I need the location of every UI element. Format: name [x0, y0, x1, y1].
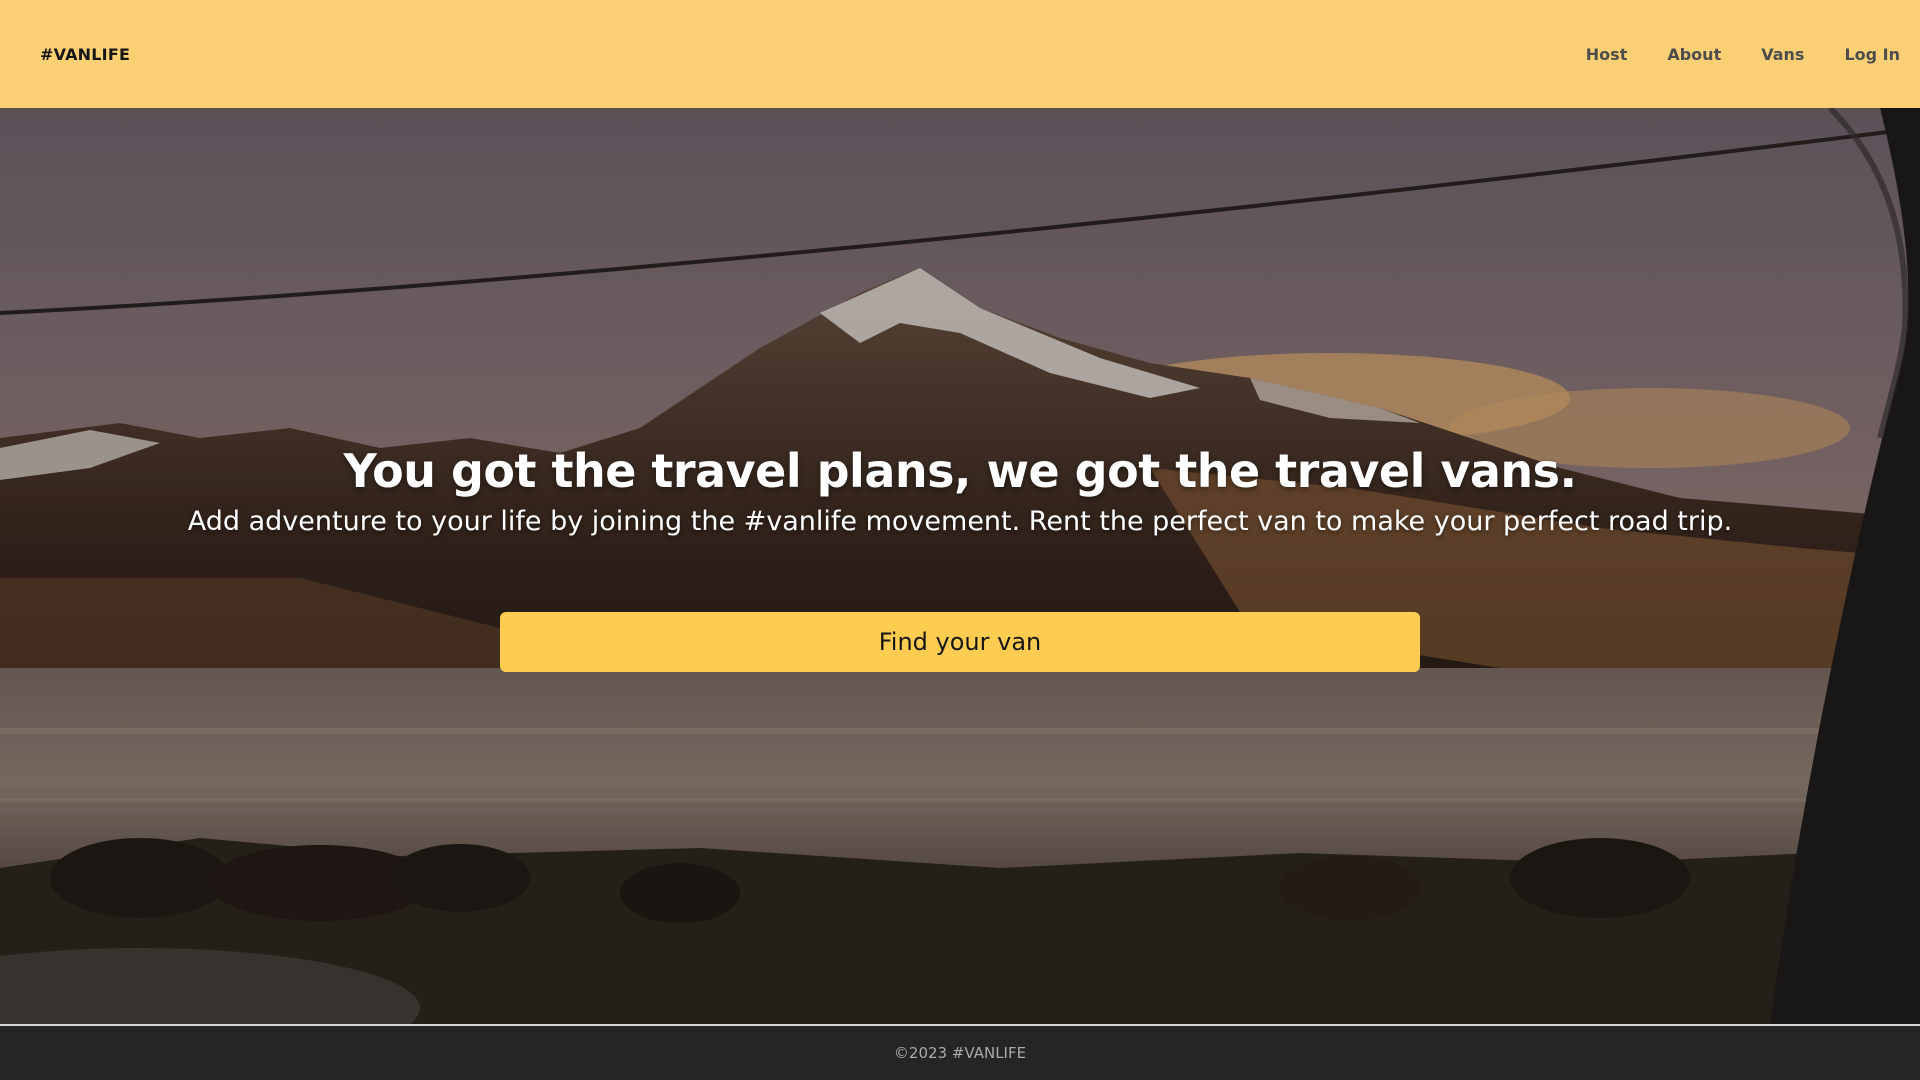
nav-link-about[interactable]: About	[1647, 39, 1741, 70]
footer-copyright: ©2023 #VANLIFE	[893, 1044, 1027, 1062]
hero-subtitle: Add adventure to your life by joining th…	[187, 506, 1733, 537]
site-logo[interactable]: #VANLIFE	[40, 45, 130, 64]
main-nav: Host About Vans Log In	[1566, 39, 1900, 70]
find-your-van-button[interactable]: Find your van	[500, 612, 1420, 672]
site-footer: ©2023 #VANLIFE	[0, 1024, 1920, 1080]
site-header: #VANLIFE Host About Vans Log In	[0, 0, 1920, 108]
nav-link-vans[interactable]: Vans	[1741, 39, 1824, 70]
hero-section: You got the travel plans, we got the tra…	[0, 108, 1920, 1024]
hero-content: You got the travel plans, we got the tra…	[0, 108, 1920, 1024]
nav-link-host[interactable]: Host	[1566, 39, 1648, 70]
hero-title: You got the travel plans, we got the tra…	[343, 444, 1577, 498]
nav-link-login[interactable]: Log In	[1824, 39, 1900, 70]
